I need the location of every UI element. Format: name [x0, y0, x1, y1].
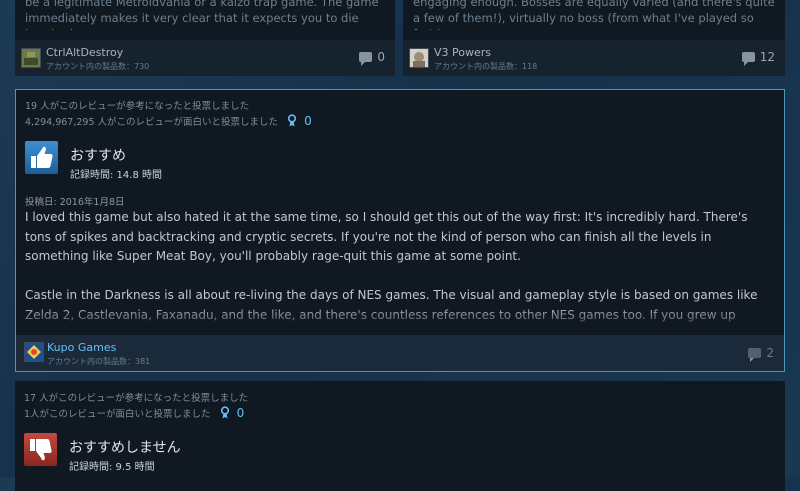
thumbs-down-icon	[24, 433, 57, 466]
thumbs-up-icon	[25, 141, 58, 174]
award-count: 0	[236, 406, 245, 420]
playtime-hours: 記録時間: 9.5 時間	[69, 462, 155, 473]
comment-count[interactable]: 2	[748, 346, 774, 362]
review-card-main: 19 人がこのレビューが参考になったと投票しました 4,294,967,295 …	[15, 89, 785, 372]
helpful-votes: 19 人がこのレビューが参考になったと投票しました	[25, 101, 250, 112]
award-count: 0	[304, 114, 312, 128]
funny-votes-text: 4,294,967,295 人がこのレビューが面白いと投票しました	[25, 117, 279, 128]
review-footer: Kupo Games アカウント内の製品数：381 2	[16, 335, 784, 371]
review-footer: V3 Powers アカウント内の製品数：118 12	[403, 40, 785, 76]
recommendation-title: おすすめしません	[69, 440, 181, 456]
review-card-top-right: engaging enough. Bosses are equally vari…	[403, 0, 785, 76]
posted-date: 投稿日: 2016年1月8日	[25, 197, 125, 208]
review-snippet: engaging enough. Bosses are equally vari…	[413, 0, 775, 30]
helpful-votes: 17 人がこのレビューが参考になったと投票しました	[24, 393, 249, 404]
comment-count-value: 12	[759, 50, 775, 64]
playtime-hours: 記録時間: 14.8 時間	[70, 170, 162, 181]
avatar[interactable]	[409, 48, 429, 68]
author-game-count: アカウント内の製品数：118	[434, 62, 538, 71]
award-icon[interactable]	[220, 406, 230, 419]
comment-bubble-icon	[741, 52, 755, 66]
author-name[interactable]: V3 Powers	[434, 46, 491, 59]
text-fade-overlay	[16, 305, 784, 327]
comment-bubble-icon	[359, 52, 373, 66]
author-name[interactable]: Kupo Games	[47, 341, 116, 354]
review-card-second: 17 人がこのレビューが参考になったと投票しました 1人がこのレビューが面白いと…	[15, 381, 785, 491]
review-card-top-left: be a legitimate Metroidvania or a kaizo …	[15, 0, 395, 76]
comment-count[interactable]: 12	[741, 50, 775, 66]
author-name[interactable]: CtrlAltDestroy	[46, 46, 123, 59]
review-snippet: be a legitimate Metroidvania or a kaizo …	[25, 0, 379, 30]
review-paragraph: I loved this game but also hated it at t…	[25, 210, 748, 264]
comment-count-value: 0	[377, 50, 385, 64]
comment-count-value: 2	[766, 346, 774, 360]
funny-votes: 1人がこのレビューが面白いと投票しました 0	[24, 406, 244, 420]
avatar[interactable]	[24, 342, 44, 362]
author-game-count: アカウント内の製品数：381	[47, 357, 151, 366]
award-icon[interactable]	[287, 114, 297, 127]
comment-bubble-icon	[748, 348, 762, 362]
funny-votes-text: 1人がこのレビューが面白いと投票しました	[24, 409, 211, 420]
comment-count[interactable]: 0	[359, 50, 385, 66]
review-footer: CtrlAltDestroy アカウント内の製品数：730 0	[15, 40, 395, 76]
recommendation-title: おすすめ	[70, 148, 126, 164]
author-game-count: アカウント内の製品数：730	[46, 62, 150, 71]
avatar[interactable]	[21, 48, 41, 68]
funny-votes: 4,294,967,295 人がこのレビューが面白いと投票しました 0	[25, 114, 312, 128]
